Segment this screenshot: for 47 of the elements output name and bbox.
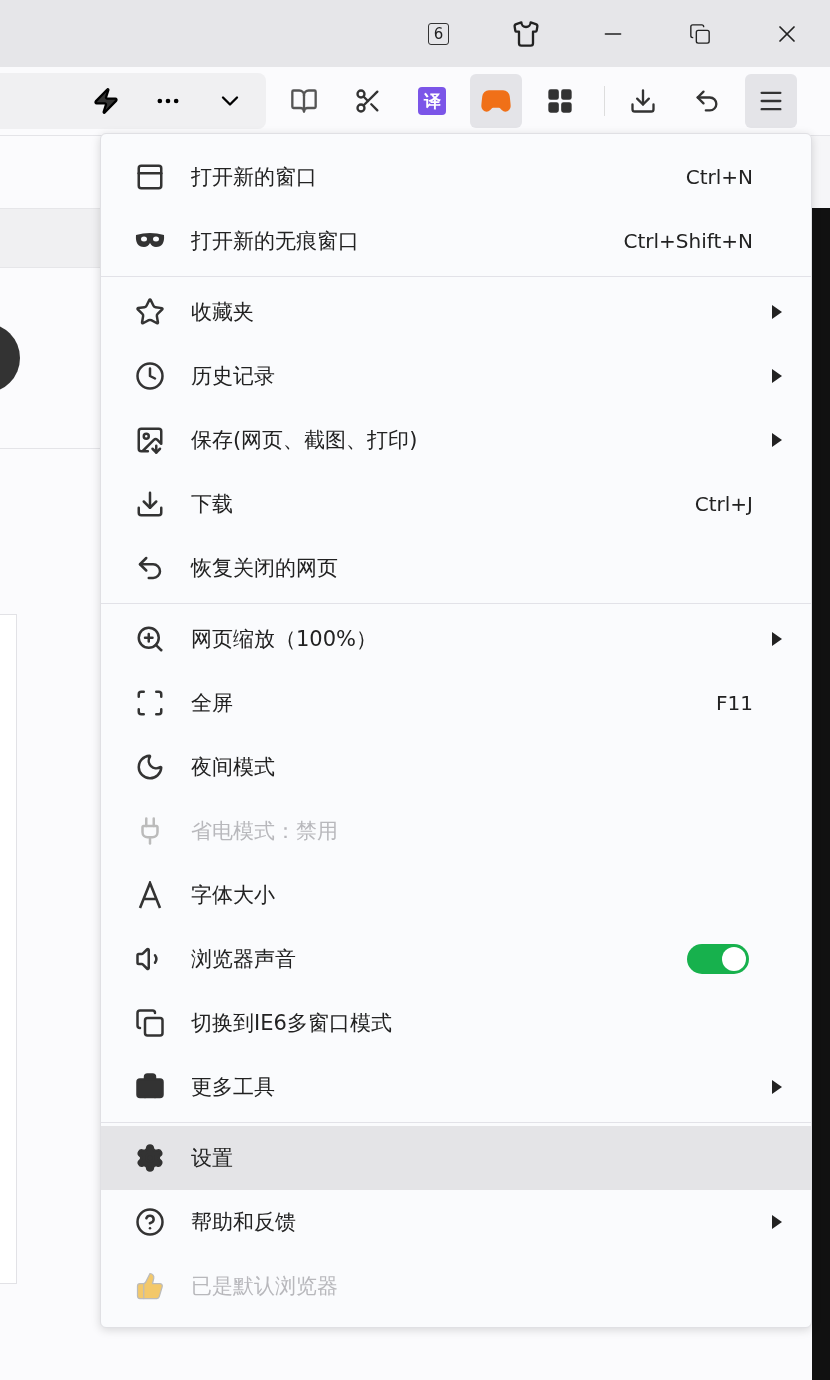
menu-item[interactable]: 更多工具: [101, 1055, 811, 1119]
download-icon: [135, 489, 165, 519]
clock-icon: [135, 361, 165, 391]
menu-item[interactable]: 恢复关闭的网页: [101, 536, 811, 600]
menu-item[interactable]: 打开新的窗口 Ctrl+N: [101, 145, 811, 209]
menu-item[interactable]: 全屏 F11: [101, 671, 811, 735]
submenu-arrow-icon: [771, 631, 783, 647]
shortcut-text: Ctrl+J: [694, 492, 753, 516]
windows-icon: [135, 1008, 165, 1038]
submenu-arrow-icon: [771, 432, 783, 448]
thumbs-up-icon: [135, 1271, 165, 1301]
shortcut-text: Ctrl+Shift+N: [623, 229, 753, 253]
window-icon: [135, 162, 165, 192]
book-icon: [290, 87, 318, 115]
tab-count[interactable]: 6: [427, 22, 450, 45]
moon-icon: [135, 752, 165, 782]
menu-item[interactable]: 字体大小: [101, 863, 811, 927]
letter-a-icon: [137, 881, 163, 909]
menu-item[interactable]: 打开新的无痕窗口 Ctrl+Shift+N: [101, 209, 811, 273]
menu-item[interactable]: 收藏夹: [101, 280, 811, 344]
help-icon: [135, 1207, 165, 1237]
submenu-arrow-icon: [771, 368, 783, 384]
shirt-icon[interactable]: [511, 19, 540, 48]
menu-button[interactable]: [745, 74, 797, 128]
fullscreen-icon: [135, 688, 165, 718]
menu-item[interactable]: 设置: [101, 1126, 811, 1190]
submenu-arrow-icon: [771, 1214, 783, 1230]
menu-item[interactable]: 网页缩放（100%）: [101, 607, 811, 671]
address-bar[interactable]: [0, 73, 266, 129]
menu-item[interactable]: 夜间模式: [101, 735, 811, 799]
submenu-arrow-icon: [771, 304, 783, 320]
zoom-in-icon: [135, 624, 165, 654]
shortcut-text: Ctrl+N: [685, 165, 753, 189]
download-icon: [629, 87, 657, 115]
menu-item[interactable]: 保存(网页、截图、打印): [101, 408, 811, 472]
translate-button[interactable]: 译: [406, 74, 458, 128]
shortcut-text: F11: [716, 691, 753, 715]
submenu-arrow-icon: [771, 1079, 783, 1095]
sound-toggle[interactable]: [687, 944, 749, 974]
menu-item[interactable]: 历史记录: [101, 344, 811, 408]
image-save-icon: [135, 425, 165, 455]
menu-item[interactable]: 帮助和反馈: [101, 1190, 811, 1254]
restore-icon[interactable]: [688, 22, 711, 45]
menu-item[interactable]: 浏览器声音: [101, 927, 811, 991]
grid-icon: [546, 87, 574, 115]
menu-item[interactable]: 切换到IE6多窗口模式: [101, 991, 811, 1055]
menu-item[interactable]: 下载 Ctrl+J: [101, 472, 811, 536]
